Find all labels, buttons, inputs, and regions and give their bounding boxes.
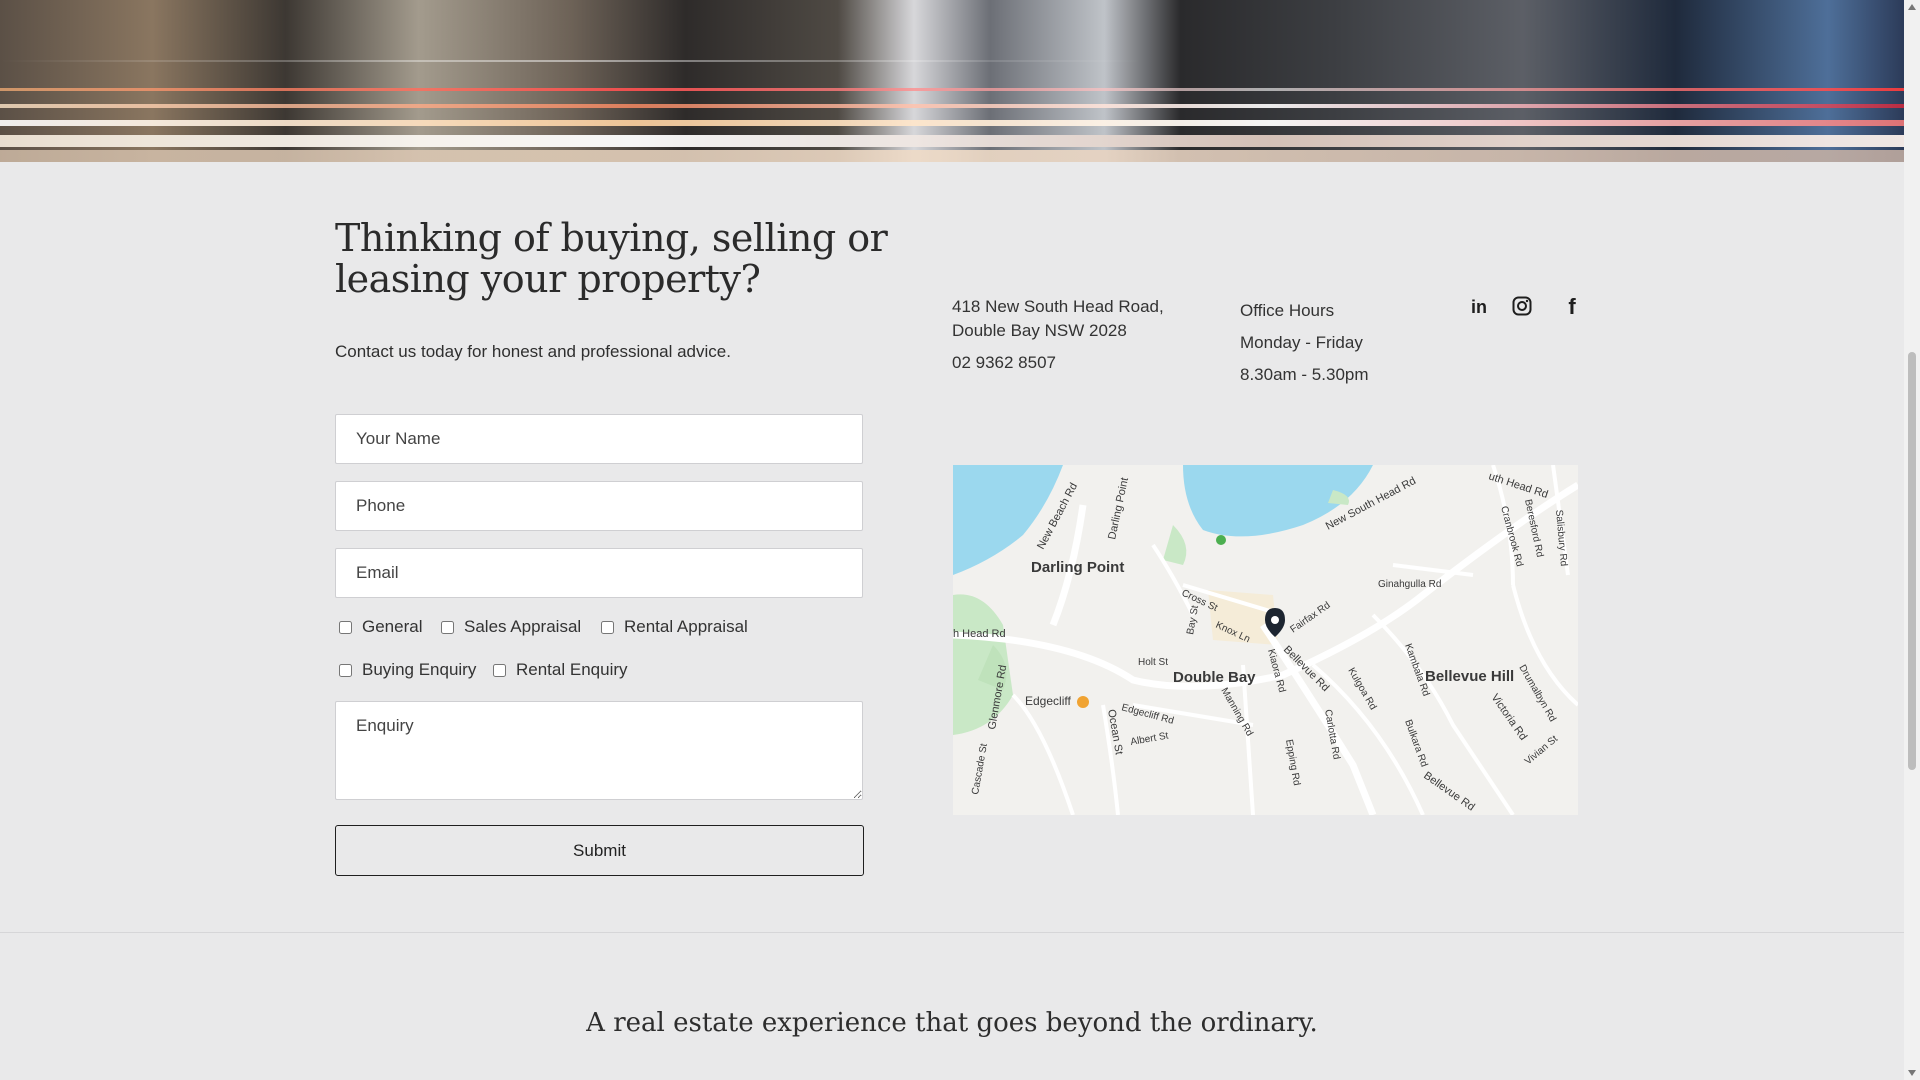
light-streak [0,104,1904,108]
page-scrollbar[interactable] [1904,0,1920,1080]
checkbox-sales-appraisal[interactable]: Sales Appraisal [437,617,581,637]
location-map[interactable]: Darling Point Double Bay Bellevue Hill E… [953,465,1578,815]
map-label-ginahgulla-rd: Ginahgulla Rd [1378,579,1441,590]
map-station-marker [1077,696,1089,708]
tagline: A real estate experience that goes beyon… [586,1008,1318,1038]
checkbox-rental-appraisal[interactable]: Rental Appraisal [597,617,748,637]
map-label-head-rd-left: h Head Rd [953,628,1006,640]
map-park-marker [1216,535,1226,545]
checkbox-sales-appraisal-label: Sales Appraisal [464,617,582,636]
email-input[interactable] [335,548,863,598]
name-input[interactable] [335,414,863,464]
light-streak [0,135,1904,147]
light-streak [0,88,1904,91]
hours-title: Office Hours [1240,301,1335,320]
instagram-icon[interactable] [1509,293,1535,319]
hours-days: Monday - Friday [1240,333,1363,352]
checkbox-general-label: General [362,617,423,636]
linkedin-icon[interactable]: in [1466,294,1492,320]
map-label-double-bay: Double Bay [1173,669,1256,686]
checkbox-rental-appraisal-label: Rental Appraisal [624,617,748,636]
enquiry-textarea[interactable] [335,701,863,800]
map-canvas: Darling Point Double Bay Bellevue Hill E… [953,465,1578,815]
address-line-1: 418 New South Head Road, [952,297,1164,316]
contact-headline: Thinking of buying, selling or leasing y… [335,216,888,301]
checkbox-sales-appraisal-box[interactable] [441,620,454,634]
checkbox-buying-enquiry[interactable]: Buying Enquiry [335,660,476,680]
submit-button[interactable]: Submit [335,825,864,876]
checkbox-general-box[interactable] [339,620,352,634]
address-line-2: Double Bay NSW 2028 [952,321,1127,340]
checkbox-buying-enquiry-box[interactable] [339,663,352,677]
section-divider [0,932,1904,933]
map-label-holt-st: Holt St [1138,657,1168,668]
scrollbar-thumb[interactable] [1908,352,1916,770]
light-streak [0,150,1904,162]
light-streak [0,60,1904,62]
checkbox-rental-enquiry[interactable]: Rental Enquiry [489,660,628,680]
checkbox-buying-enquiry-label: Buying Enquiry [362,660,477,679]
checkbox-rental-enquiry-box[interactable] [493,663,506,677]
phone-input[interactable] [335,481,863,531]
office-phone-link[interactable]: 02 9362 8507 [952,351,1056,375]
facebook-icon[interactable]: f [1559,294,1585,320]
checkbox-rental-enquiry-label: Rental Enquiry [516,660,628,679]
hours-time: 8.30am - 5.30pm [1240,365,1369,384]
checkbox-rental-appraisal-box[interactable] [601,620,614,634]
scroll-down-arrow-icon[interactable] [1908,1070,1916,1076]
light-streak [0,120,1904,126]
office-hours: Office Hours Monday - Friday 8.30am - 5.… [1240,295,1369,391]
checkbox-general[interactable]: General [335,617,422,637]
instagram-glyph [1512,296,1532,316]
hero-image [0,0,1904,162]
map-label-bellevue-hill: Bellevue Hill [1425,668,1514,685]
map-label-darling-point: Darling Point [1031,559,1124,576]
scroll-up-arrow-icon[interactable] [1908,4,1916,10]
map-label-edgecliff: Edgecliff [1025,694,1071,708]
office-address: 418 New South Head Road, Double Bay NSW … [952,295,1164,343]
contact-subtext: Contact us today for honest and professi… [335,342,731,361]
